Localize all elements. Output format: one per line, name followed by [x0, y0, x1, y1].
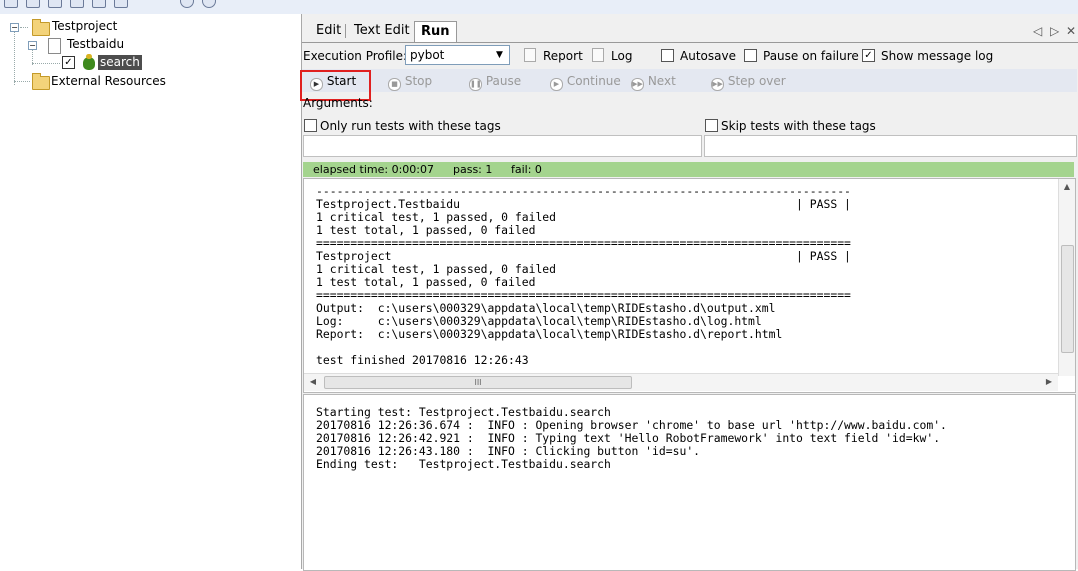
- execution-profile-value: pybot: [410, 48, 445, 62]
- message-log-frame: Starting test: Testproject.Testbaidu.sea…: [303, 394, 1076, 571]
- pause-icon: ❚❚: [469, 78, 482, 91]
- message-log-line: Ending test: Testproject.Testbaidu.searc…: [316, 457, 611, 471]
- tab-run[interactable]: Run: [414, 21, 457, 43]
- collapse-icon[interactable]: −: [10, 23, 19, 32]
- tab-left-arrow-icon[interactable]: ◁: [1033, 24, 1042, 38]
- stop-button[interactable]: ■ Stop: [388, 71, 432, 91]
- stop-button-label: Stop: [404, 74, 433, 88]
- tree-item-testproject[interactable]: Testproject: [52, 19, 117, 33]
- next-button[interactable]: ▶▶ Next: [631, 71, 676, 91]
- toolbar-icon[interactable]: [114, 0, 128, 8]
- tab-divider: [302, 42, 1078, 43]
- tab-text-edit[interactable]: Text Edit: [348, 21, 416, 41]
- tree-item-external-resources[interactable]: External Resources: [51, 74, 166, 88]
- autosave-label: Autosave: [680, 49, 736, 63]
- run-panel: Edit Text Edit Run ◁ ▷ ✕ Execution Profi…: [300, 14, 1078, 571]
- tree-line: [14, 31, 15, 85]
- toolbar-icon[interactable]: [180, 0, 194, 8]
- play-icon: ▶: [310, 78, 323, 91]
- show-message-log-label: Show message log: [881, 49, 994, 63]
- output-vscrollbar[interactable]: ▲: [1058, 179, 1075, 376]
- tree-line: [14, 81, 30, 82]
- start-button-label: Start: [326, 74, 357, 88]
- toolbar-icon[interactable]: [48, 0, 62, 8]
- only-run-tags-label: Only run tests with these tags: [320, 119, 501, 133]
- output-console[interactable]: ----------------------------------------…: [316, 185, 1056, 373]
- execution-profile-label: Execution Profile:: [303, 49, 408, 63]
- arguments-label: Arguments:: [303, 96, 373, 110]
- test-checkbox[interactable]: ✓: [62, 56, 75, 69]
- tab-right-arrow-icon[interactable]: ▷: [1050, 24, 1059, 38]
- show-message-log-checkbox[interactable]: ✓: [862, 49, 875, 62]
- test-case-icon: [83, 54, 95, 70]
- folder-icon: [32, 73, 50, 90]
- toolbar-icon[interactable]: [26, 0, 40, 8]
- vscroll-thumb[interactable]: [1061, 245, 1074, 353]
- toolbar-icon[interactable]: [92, 0, 106, 8]
- output-console-frame: ----------------------------------------…: [303, 178, 1076, 393]
- tab-close-icon[interactable]: ✕: [1066, 24, 1076, 38]
- autosave-checkbox[interactable]: [661, 49, 674, 62]
- step-over-icon: ▶▶: [711, 78, 724, 91]
- log-button[interactable]: Log: [611, 49, 632, 63]
- tree-line: [32, 63, 60, 64]
- scroll-left-icon[interactable]: ◀: [308, 377, 318, 386]
- file-icon: [48, 38, 61, 54]
- project-tree: − Testproject − Testbaidu ✓ search Exter…: [0, 14, 300, 569]
- tab-separator: [345, 24, 346, 38]
- next-button-label: Next: [647, 74, 676, 88]
- chevron-down-icon: ▼: [496, 50, 503, 60]
- message-log[interactable]: Starting test: Testproject.Testbaidu.sea…: [316, 406, 1071, 566]
- pause-button[interactable]: ❚❚ Pause: [469, 71, 521, 91]
- step-over-button[interactable]: ▶▶ Step over: [711, 71, 786, 91]
- next-icon: ▶▶: [631, 78, 644, 91]
- tab-edit[interactable]: Edit: [310, 21, 347, 41]
- only-run-tags-input[interactable]: [303, 135, 702, 157]
- execution-profile-select[interactable]: pybot ▼: [405, 45, 510, 65]
- skip-tags-checkbox[interactable]: [705, 119, 718, 132]
- only-run-tags-checkbox[interactable]: [304, 119, 317, 132]
- report-button[interactable]: Report: [543, 49, 583, 63]
- start-button[interactable]: ▶ Start: [310, 71, 356, 91]
- log-icon: [592, 48, 604, 62]
- pass-count: pass: 1: [453, 163, 493, 176]
- toolbar-icon[interactable]: [4, 0, 18, 8]
- run-status-bar: elapsed time: 0:00:07 pass: 1 fail: 0: [303, 162, 1074, 177]
- scroll-right-icon[interactable]: ▶: [1044, 377, 1054, 386]
- pause-on-failure-checkbox[interactable]: [744, 49, 757, 62]
- pause-on-failure-label: Pause on failure: [763, 49, 859, 63]
- tree-item-search[interactable]: search: [98, 55, 142, 70]
- output-hscrollbar[interactable]: ◀ III ▶: [304, 373, 1058, 391]
- output-console-line: test finished 20170816 12:26:43: [316, 353, 529, 367]
- fail-count: fail: 0: [511, 163, 542, 176]
- folder-icon: [32, 19, 50, 36]
- continue-button-label: Continue: [566, 74, 621, 88]
- continue-button[interactable]: ▶ Continue: [550, 71, 621, 91]
- hscroll-thumb[interactable]: III: [324, 376, 632, 389]
- output-console-line: Report: c:\users\000329\appdata\local\te…: [316, 327, 783, 341]
- toolbar-icon[interactable]: [70, 0, 84, 8]
- skip-tags-input[interactable]: [704, 135, 1077, 157]
- skip-tags-label: Skip tests with these tags: [721, 119, 876, 133]
- tree-item-testbaidu[interactable]: Testbaidu: [67, 37, 124, 51]
- tree-line: [20, 27, 28, 28]
- step-over-button-label: Step over: [727, 74, 786, 88]
- main-toolbar: [0, 0, 1078, 14]
- stop-icon: ■: [388, 78, 401, 91]
- toolbar-icon[interactable]: [202, 0, 216, 8]
- pause-button-label: Pause: [485, 74, 522, 88]
- report-icon: [524, 48, 536, 62]
- elapsed-time: elapsed time: 0:00:07: [313, 163, 434, 176]
- scroll-up-icon[interactable]: ▲: [1061, 182, 1073, 191]
- continue-icon: ▶: [550, 78, 563, 91]
- collapse-icon[interactable]: −: [28, 41, 37, 50]
